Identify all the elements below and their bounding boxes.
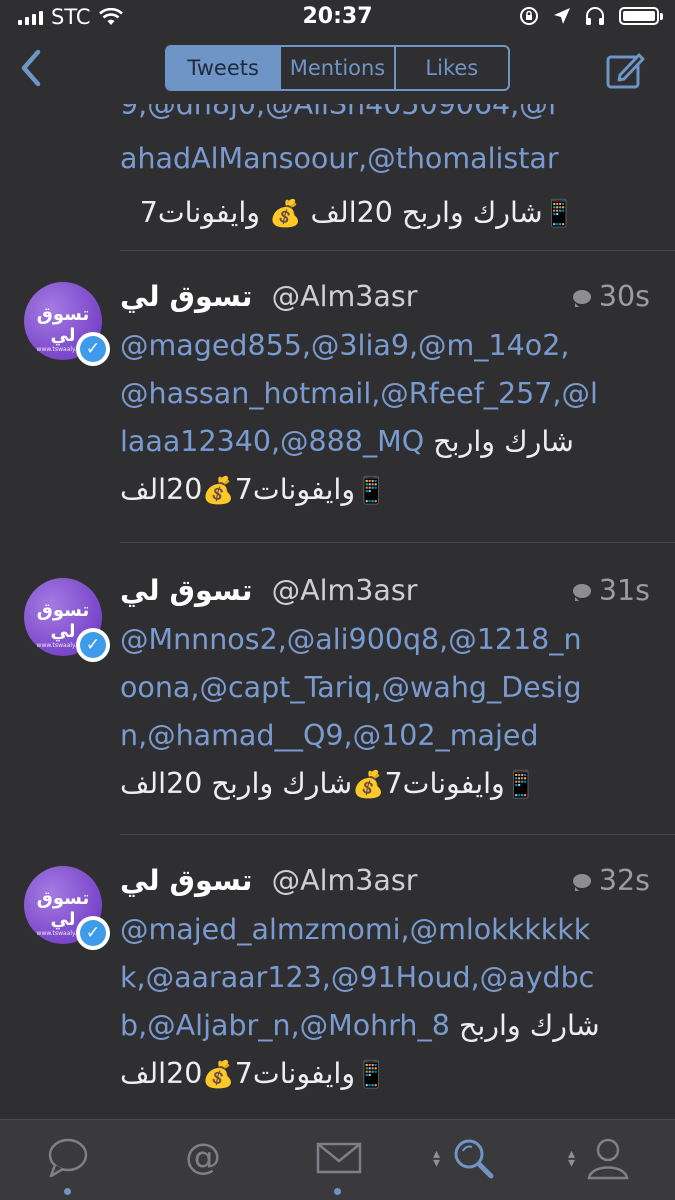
display-name: تسوق لي <box>120 574 253 607</box>
phone-emoji-icon: 📱 <box>355 1060 388 1090</box>
phone-emoji-icon: 📱 <box>504 770 538 800</box>
avatar[interactable]: تسوق لي www.tswaaly.com ✓ <box>24 578 110 662</box>
tweet-arabic-line: وايفونات7💰شارك واربح 20الف 📱 <box>120 767 538 800</box>
user-handle: @Alm3asr <box>271 280 418 313</box>
tweet-body: @maged855,@3lia9,@m_14o2, @hassan_hotmai… <box>120 322 660 515</box>
phone-emoji-icon: 📱 <box>355 476 388 506</box>
tweet-body: @Mnnnos2,@ali900q8,@1218_n oona,@capt_Ta… <box>120 616 660 809</box>
nav-bar: Tweets Mentions Likes <box>0 34 675 104</box>
mention-line[interactable]: @Mnnnos2,@ali900q8,@1218_n <box>120 616 660 664</box>
mention-line[interactable]: ahadAlMansoour,@thomalistar <box>120 132 660 186</box>
verified-badge-icon: ✓ <box>76 916 110 950</box>
compose-icon[interactable] <box>605 50 645 90</box>
svg-text:@: @ <box>185 1137 221 1178</box>
verified-badge-icon: ✓ <box>76 332 110 366</box>
rotation-lock-icon <box>520 7 538 25</box>
tab-mentions-bar[interactable]: @ <box>135 1120 270 1200</box>
money-bag-icon: 💰 <box>352 770 385 800</box>
envelope-icon <box>316 1142 362 1174</box>
tweet-header: تسوق لي @Alm3asr 30s <box>120 280 650 320</box>
timeline[interactable]: 9,@dh8j0,@AliSh40509064,@f ahadAlMansoou… <box>0 104 675 1120</box>
unread-dot <box>334 1188 341 1195</box>
active-dot <box>64 1188 71 1195</box>
location-icon <box>554 8 570 24</box>
timeline-segmented-control: Tweets Mentions Likes <box>165 45 510 91</box>
reply-bubble-icon <box>572 583 591 601</box>
status-right <box>519 6 663 26</box>
display-name: تسوق لي <box>120 280 253 313</box>
mention-line[interactable]: oona,@capt_Tariq,@wahg_Desig <box>120 664 660 712</box>
tweet-mixed-line: b,@Aljabr_n,@Mohrh_8 شارك واربح <box>120 1009 600 1042</box>
tweet-arabic-line: 📱شارك واربح 20الف 💰 وايفونات7 <box>139 196 575 229</box>
divider <box>120 250 675 251</box>
money-bag-icon: 💰 <box>269 199 302 229</box>
back-icon[interactable] <box>14 48 50 88</box>
tab-likes[interactable]: Likes <box>393 47 508 89</box>
tweet-mixed-line: laaa12340,@888_MQ شارك واربح <box>120 425 574 458</box>
timestamp: 30s <box>572 280 650 313</box>
user-handle: @Alm3asr <box>271 864 418 897</box>
sort-arrows-icon: ▴ ▾ <box>433 1146 441 1171</box>
tab-mentions[interactable]: Mentions <box>279 47 393 89</box>
timestamp: 31s <box>572 574 650 607</box>
mention-line[interactable]: 9,@dh8j0,@AliSh40509064,@f <box>120 104 660 132</box>
user-icon <box>587 1138 629 1180</box>
tab-tweets[interactable]: Tweets <box>167 47 280 89</box>
tab-search[interactable]: ▴ ▾ <box>405 1120 540 1200</box>
tab-timeline[interactable] <box>0 1120 135 1200</box>
phone-emoji-icon: 📱 <box>542 199 575 229</box>
money-bag-icon: 💰 <box>202 476 235 506</box>
display-name: تسوق لي <box>120 864 253 897</box>
mention-line[interactable]: k,@aaraar123,@91Houd,@aydbc <box>120 954 660 1002</box>
partial-tweet-body: 9,@dh8j0,@AliSh40509064,@f ahadAlMansoou… <box>120 104 660 241</box>
sort-arrows-icon: ▴ ▾ <box>568 1146 576 1171</box>
mention-line[interactable]: @majed_almzmomi,@mlokkkkkk <box>120 906 660 954</box>
tab-profile[interactable]: ▴ ▾ <box>540 1120 675 1200</box>
tweet-header: تسوق لي @Alm3asr 32s <box>120 864 650 904</box>
divider <box>120 834 675 835</box>
avatar[interactable]: تسوق لي www.tswaaly.com ✓ <box>24 282 110 366</box>
mention-line[interactable]: @hassan_hotmail,@Rfeef_257,@l <box>120 370 660 418</box>
speech-bubble-icon <box>48 1138 88 1178</box>
reply-bubble-icon <box>572 289 591 307</box>
tweet-header: تسوق لي @Alm3asr 31s <box>120 574 650 614</box>
money-bag-icon: 💰 <box>202 1060 235 1090</box>
status-bar: STC 20:37 <box>0 0 675 34</box>
tweet-row[interactable]: تسوق لي www.tswaaly.com ✓ تسوق لي @Alm3as… <box>0 542 675 834</box>
verified-badge-icon: ✓ <box>76 628 110 662</box>
tweet-row[interactable]: تسوق لي www.tswaaly.com ✓ تسوق لي @Alm3as… <box>0 250 675 542</box>
tweet-arabic-line: وايفونات7💰20الف 📱 <box>120 473 388 506</box>
mention-line[interactable]: @maged855,@3lia9,@m_14o2, <box>120 322 660 370</box>
tweet-arabic-line: وايفونات7💰20الف 📱 <box>120 1057 388 1090</box>
tweet-body: @majed_almzmomi,@mlokkkkkk k,@aaraar123,… <box>120 906 660 1099</box>
headphones-icon <box>586 7 604 25</box>
timestamp: 32s <box>572 864 650 897</box>
mention-line[interactable]: n,@hamad__Q9,@102_majed <box>120 712 660 760</box>
battery-icon <box>619 7 663 25</box>
tweet-row[interactable]: تسوق لي www.tswaaly.com ✓ تسوق لي @Alm3as… <box>0 834 675 1120</box>
avatar[interactable]: تسوق لي www.tswaaly.com ✓ <box>24 866 110 950</box>
reply-bubble-icon <box>572 873 591 891</box>
at-sign-icon: @ <box>185 1137 221 1178</box>
user-handle: @Alm3asr <box>271 574 418 607</box>
search-icon <box>454 1139 494 1179</box>
tab-bar: @ ▴ ▾ ▴ ▾ <box>0 1119 675 1200</box>
tab-messages[interactable] <box>270 1120 405 1200</box>
divider <box>120 542 675 543</box>
